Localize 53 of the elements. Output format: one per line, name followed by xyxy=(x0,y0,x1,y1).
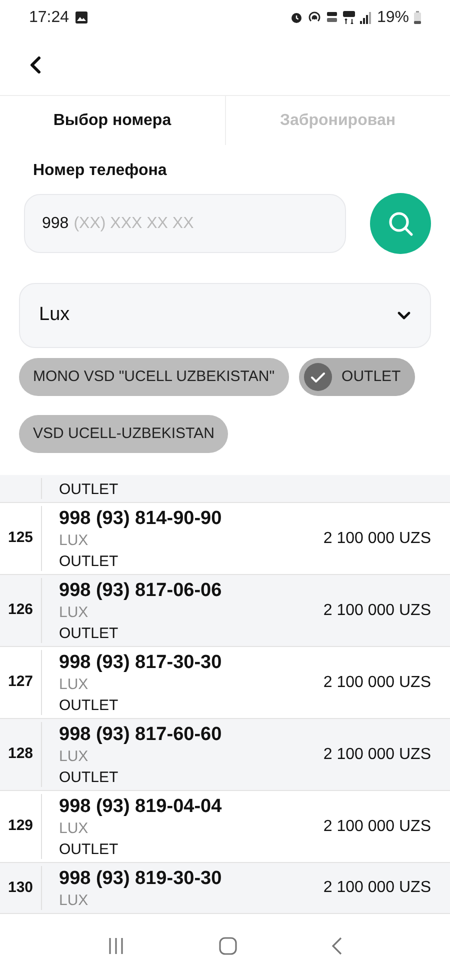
filter-chip[interactable]: MONO VSD "UCELL UZBEKISTAN" xyxy=(19,358,289,396)
phone-number: 998 (93) 817-60-60 xyxy=(59,723,223,747)
row-index: 130 xyxy=(8,878,34,898)
price: 2 100 000 UZS xyxy=(323,878,431,898)
recent-apps-icon[interactable] xyxy=(107,937,125,955)
row-index: 127 xyxy=(8,672,34,692)
phone-field[interactable]: 998 (XX) XXX XX XX xyxy=(24,194,346,253)
phone-input[interactable]: (XX) XXX XX XX xyxy=(74,212,328,236)
hotspot-icon xyxy=(308,11,321,24)
row-index: 128 xyxy=(8,744,34,764)
category-label: LUX xyxy=(59,891,90,911)
tag-label: OUTLET xyxy=(59,696,120,716)
price: 2 100 000 UZS xyxy=(323,744,431,764)
category-label: LUX xyxy=(59,531,90,551)
row-index: 129 xyxy=(8,816,34,836)
tag-label: OUTLET xyxy=(59,480,120,500)
price: 2 100 000 UZS xyxy=(323,600,431,620)
back-icon[interactable] xyxy=(331,936,343,956)
chevron-down-icon xyxy=(397,311,411,320)
price: 2 100 000 UZS xyxy=(323,528,431,548)
row-index: 125 xyxy=(8,528,34,548)
signal-icon xyxy=(360,12,372,24)
tag-label: OUTLET xyxy=(59,624,120,644)
category-label: LUX xyxy=(59,603,90,623)
filter-chip[interactable]: VSD UCELL-UZBEKISTAN xyxy=(19,415,228,453)
phone-number: 998 (93) 817-30-30 xyxy=(59,651,223,675)
price: 2 100 000 UZS xyxy=(323,672,431,692)
category-label: LUX xyxy=(59,747,90,767)
tag-label: OUTLET xyxy=(59,552,120,572)
filter-chip[interactable]: OUTLET xyxy=(298,358,415,396)
tab[interactable]: Выбор номера xyxy=(0,96,224,145)
category-label: LUX xyxy=(59,675,90,695)
battery-percent: 19% xyxy=(376,8,409,28)
image-icon xyxy=(75,11,88,24)
phone-number: 998 (93) 819-30-30 xyxy=(59,867,223,891)
price: 2 100 000 UZS xyxy=(323,816,431,836)
check-icon xyxy=(304,363,332,391)
search-icon xyxy=(386,210,414,238)
tag-label: OUTLET xyxy=(59,840,120,860)
battery-icon xyxy=(414,11,421,24)
phone-number: 998 (93) 814-90-90 xyxy=(59,507,223,531)
category-label: LUX xyxy=(59,819,90,839)
alarm-icon xyxy=(290,11,303,24)
row-index: 126 xyxy=(8,600,34,620)
home-icon[interactable] xyxy=(219,937,237,955)
clock: 17:24 xyxy=(29,8,70,28)
category-select[interactable]: Lux xyxy=(19,283,431,348)
tag-label: OUTLET xyxy=(59,768,120,788)
phone-prefix: 998 xyxy=(42,214,69,234)
back-icon xyxy=(28,55,42,75)
phone-number: 998 (93) 819-04-04 xyxy=(59,795,223,819)
field-label: Номер телефона xyxy=(33,162,167,179)
phone-number: 998 (93) 817-06-06 xyxy=(59,579,223,603)
